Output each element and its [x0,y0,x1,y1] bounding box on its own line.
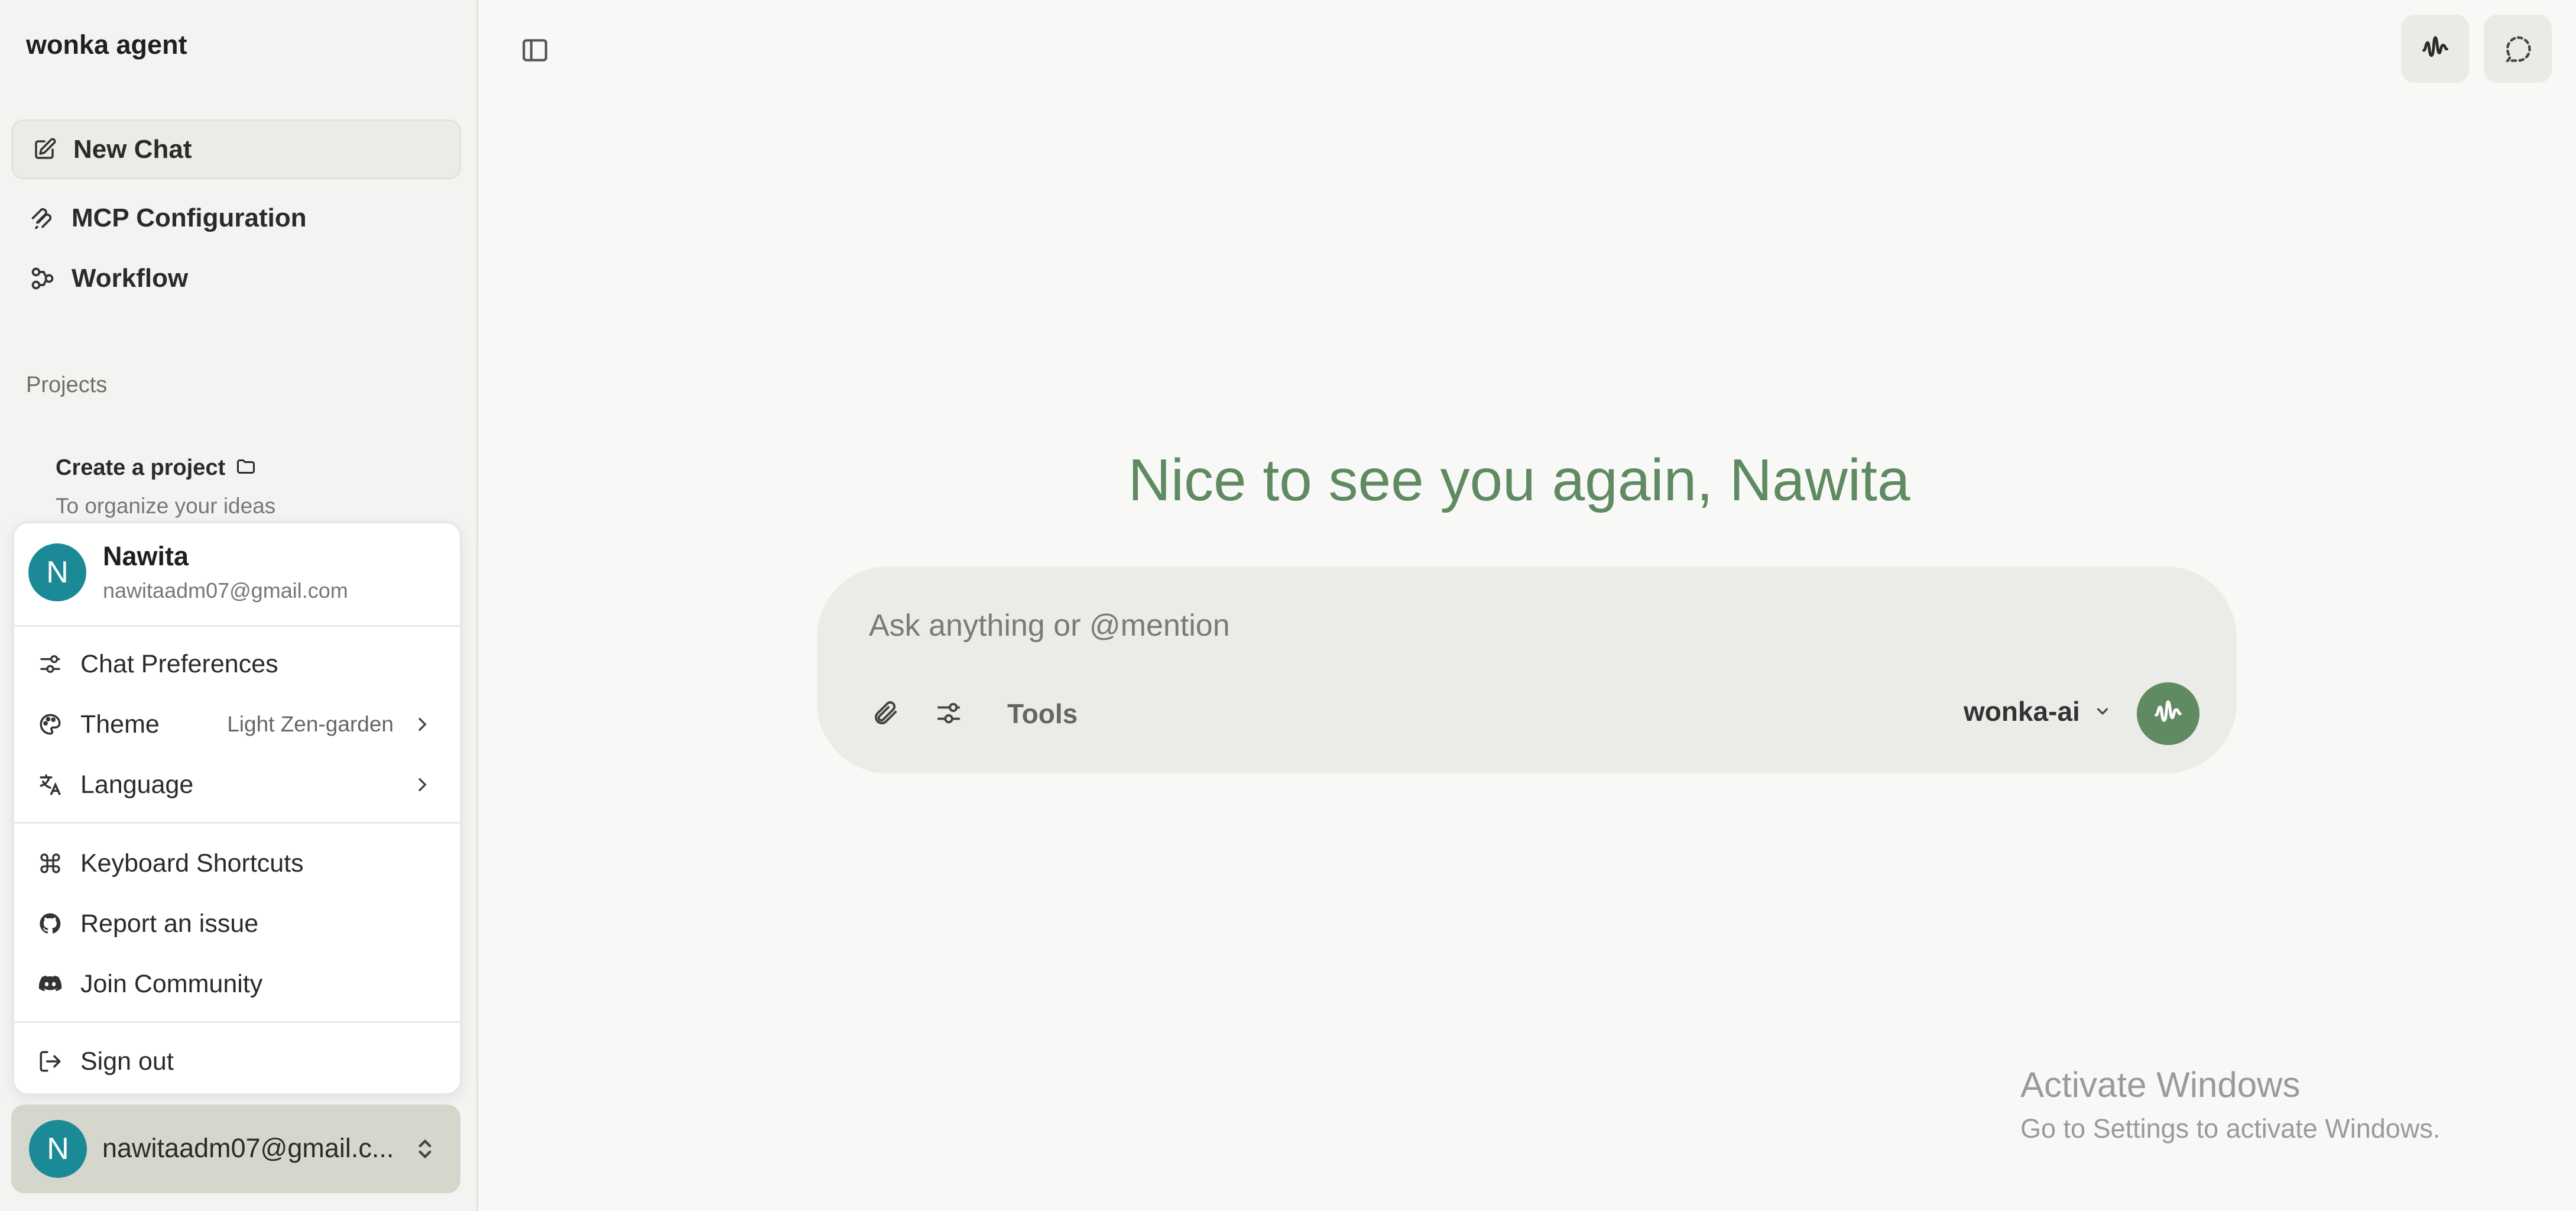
keyboard-shortcuts-label: Keyboard Shortcuts [80,849,304,878]
menu-item-chat-preferences[interactable]: Chat Preferences [14,640,460,688]
chevron-right-icon [410,773,434,796]
menu-item-language[interactable]: Language [14,761,460,808]
join-community-label: Join Community [80,969,263,998]
activate-windows-title: Activate Windows [2020,1065,2301,1105]
menu-divider [14,1021,460,1023]
sidebar-item-mcp-configuration[interactable]: MCP Configuration [11,188,461,248]
avatar: N [28,543,86,601]
mcp-configuration-label: MCP Configuration [72,203,307,232]
command-icon [35,849,65,878]
waveform-icon [2155,700,2182,722]
sliders-icon [35,649,65,679]
sign-out-icon [35,1047,65,1076]
theme-value: Light Zen-garden [227,712,394,736]
sidebar-item-workflow[interactable]: Workflow [11,248,461,308]
voice-mode-button[interactable] [2401,15,2469,83]
paperclip-icon[interactable] [865,694,904,733]
sign-out-label: Sign out [80,1047,174,1076]
menu-item-theme[interactable]: Theme Light Zen-garden [14,701,460,748]
translate-icon [35,770,65,799]
workflow-label: Workflow [72,263,189,293]
github-icon [35,909,65,938]
new-chat-label: New Chat [73,134,192,164]
menu-item-sign-out[interactable]: Sign out [14,1038,460,1085]
menu-divider [14,822,460,824]
discord-icon [35,969,65,999]
greeting-heading: Nice to see you again, Nawita [1128,447,1910,513]
new-chat-button[interactable]: New Chat [11,119,461,179]
mcp-icon [28,203,57,233]
account-switcher[interactable]: N nawitaadm07@gmail.c... [11,1105,460,1193]
app-title: wonka agent [26,30,187,60]
activate-windows-subtitle: Go to Settings to activate Windows. [2020,1113,2441,1144]
chevron-right-icon [410,713,434,736]
user-email: nawitaadm07@gmail.com [103,578,348,603]
menu-divider [14,625,460,627]
chat-preferences-label: Chat Preferences [80,649,278,678]
chevron-up-down-icon [407,1131,443,1167]
account-email: nawitaadm07@gmail.c... [102,1133,394,1163]
chevron-down-icon [2091,700,2114,723]
avatar: N [29,1120,87,1178]
model-selector[interactable]: wonka-ai [1964,695,2114,727]
sidebar-toggle-icon[interactable] [514,30,556,71]
workflow-icon [28,264,57,293]
theme-label: Theme [80,710,160,739]
language-label: Language [80,770,194,799]
sliders-icon[interactable] [929,694,968,733]
user-menu: N Nawita nawitaadm07@gmail.com Chat Pref… [12,522,462,1095]
temporary-chat-button[interactable] [2484,15,2552,83]
tools-button[interactable]: Tools [1007,698,1078,730]
model-name: wonka-ai [1964,696,2080,727]
report-issue-label: Report an issue [80,909,259,938]
menu-item-join-community[interactable]: Join Community [14,960,460,1008]
chat-composer: Tools wonka-ai [817,566,2237,773]
dashed-chat-bubble-icon [2505,35,2531,62]
menu-item-report-issue[interactable]: Report an issue [14,900,460,947]
sidebar: wonka agent New Chat MCP Configuration W… [0,0,478,1211]
waveform-icon [2422,35,2448,57]
projects-heading: Projects [26,373,108,397]
user-name: Nawita [103,541,189,571]
voice-input-button[interactable] [2137,682,2199,745]
prompt-input[interactable] [869,602,1933,649]
menu-item-keyboard-shortcuts[interactable]: Keyboard Shortcuts [14,840,460,887]
pencil-square-icon [30,135,59,164]
palette-icon [35,710,65,739]
